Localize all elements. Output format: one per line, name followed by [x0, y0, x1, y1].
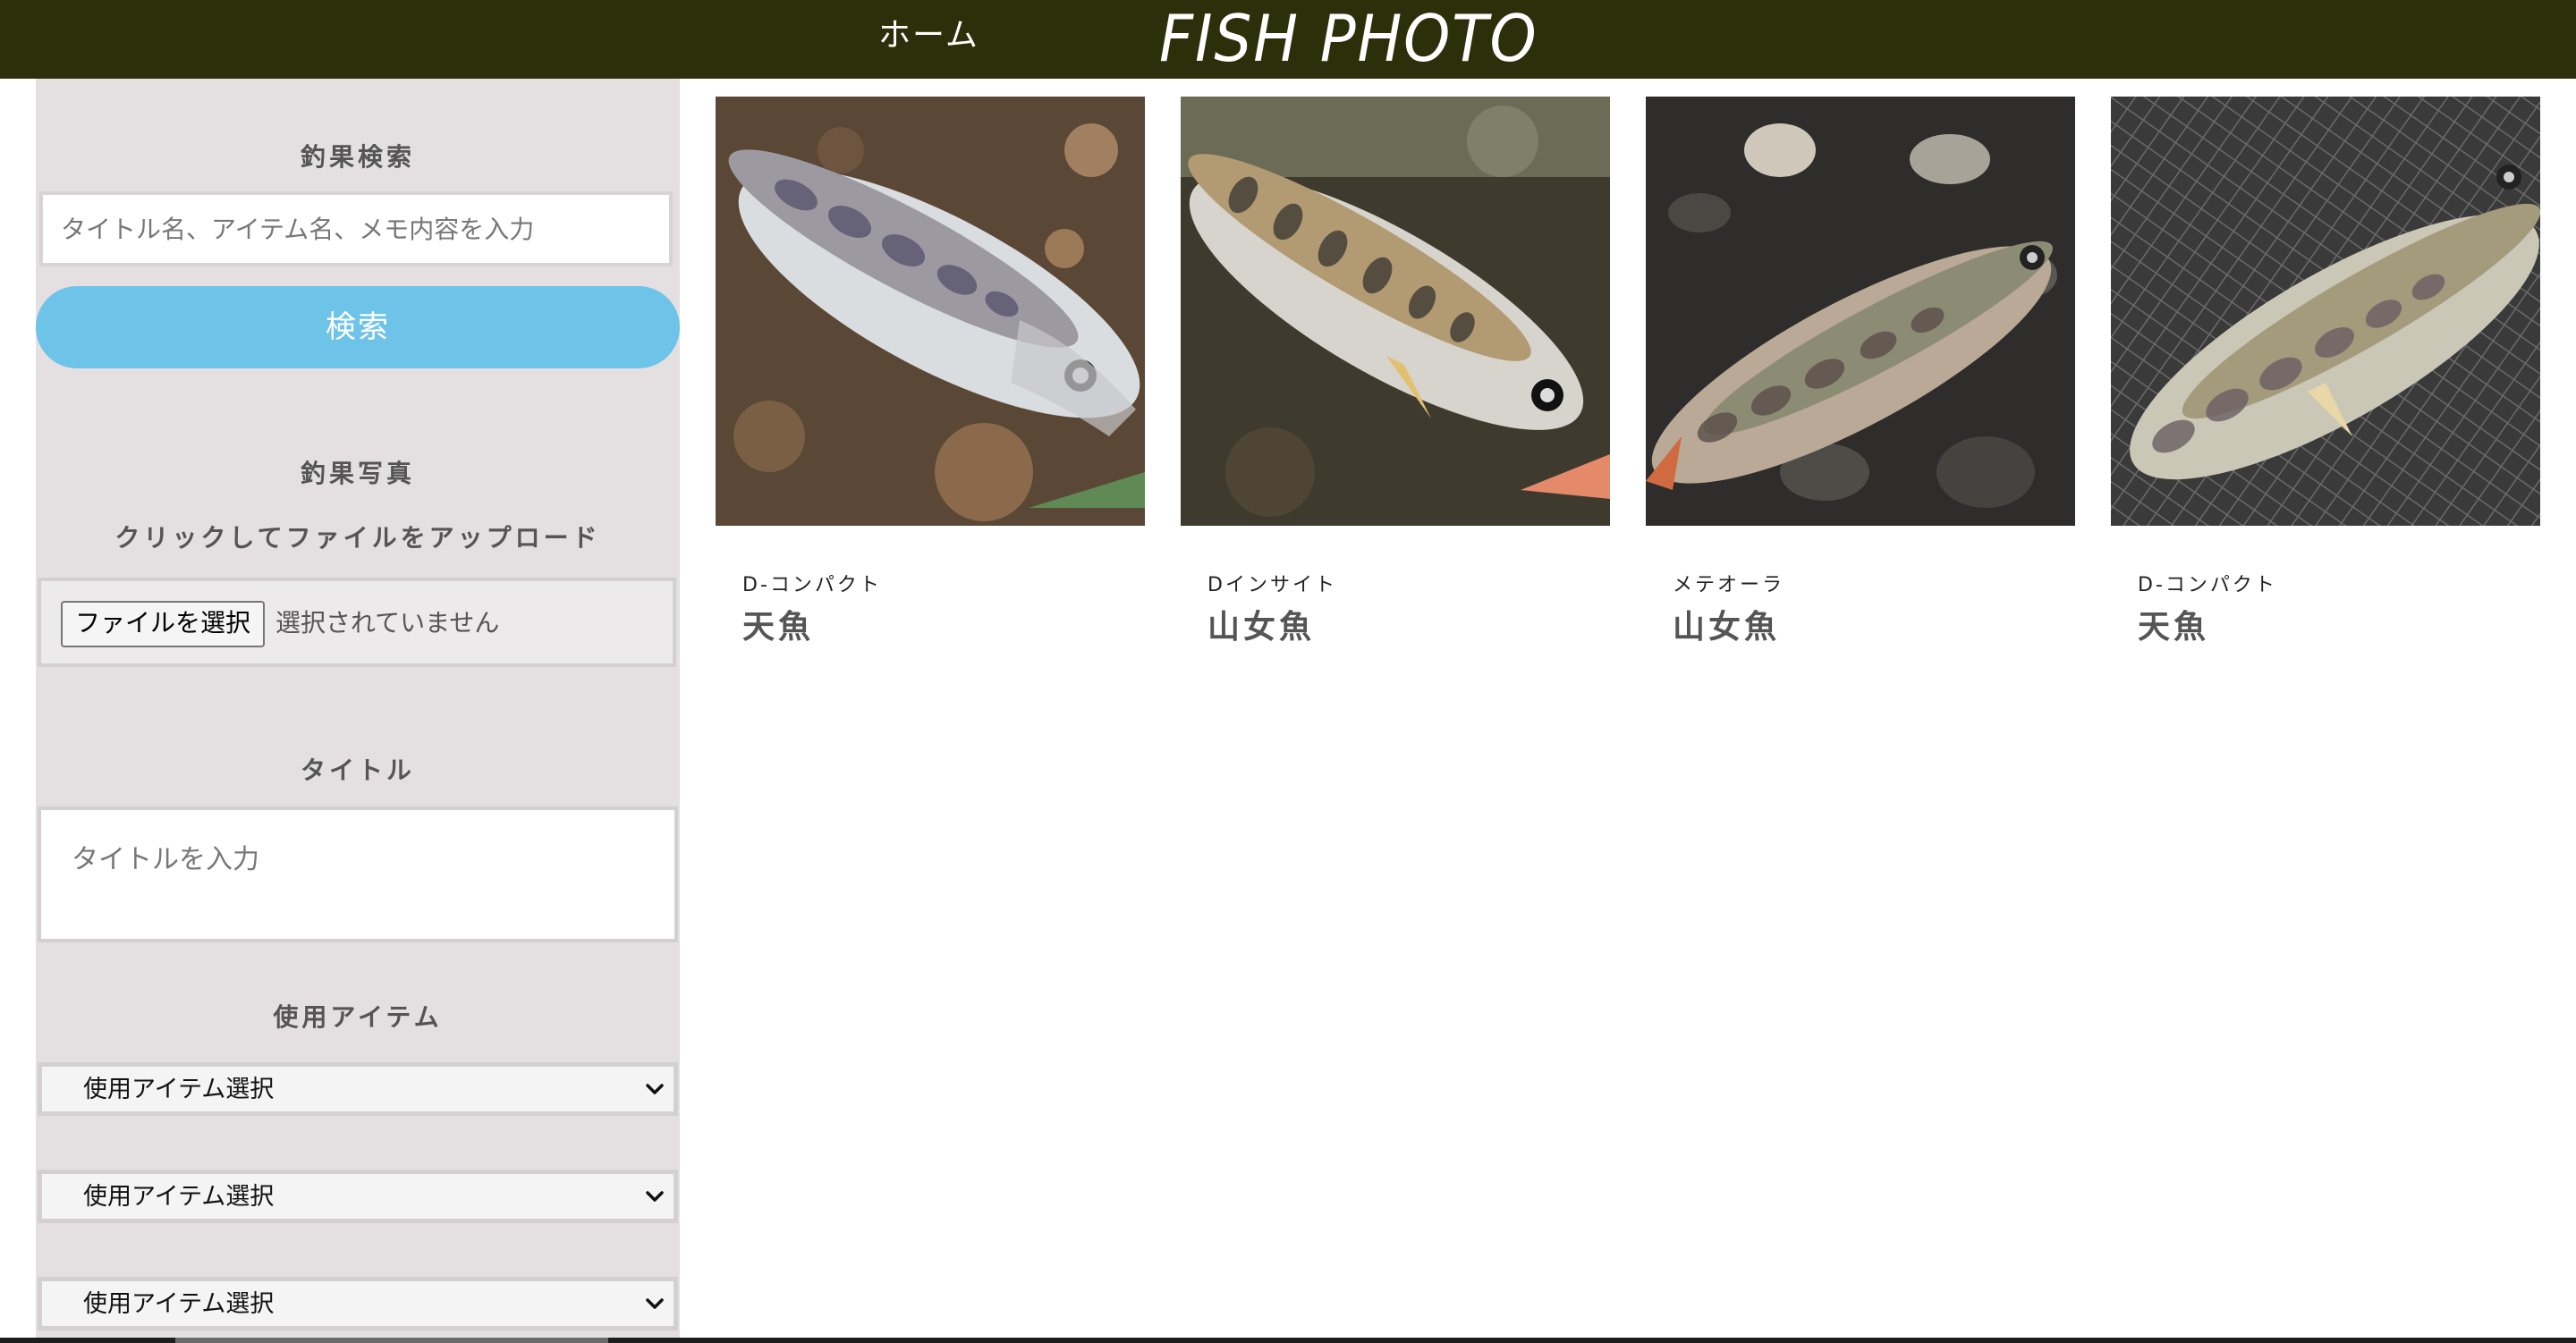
chevron-down-icon [646, 1084, 664, 1094]
fish-photo[interactable] [1181, 97, 1610, 526]
nav-home-link[interactable]: ホーム [878, 13, 979, 59]
item-select-2[interactable]: 使用アイテム選択 [38, 1170, 678, 1223]
fish-name: 山女魚 [1208, 609, 1316, 646]
item-select-1[interactable]: 使用アイテム選択 [38, 1062, 678, 1116]
item-select-1-value: 使用アイテム選択 [83, 1076, 275, 1103]
fish-name: 天魚 [742, 609, 815, 646]
file-status-text: 選択されていません [275, 608, 500, 638]
window-bottom-highlight [175, 1338, 608, 1343]
title-section-title: タイトル [300, 756, 415, 785]
gallery-card[interactable]: D-コンパクト 天魚 [716, 97, 1145, 651]
top-header: ホーム FISH PHOTO [0, 0, 2576, 79]
item-name: Dインサイト [1208, 574, 1337, 596]
fish-name: 天魚 [2138, 609, 2210, 646]
search-section-title: 釣果検索 [300, 142, 415, 172]
item-select-3[interactable]: 使用アイテム選択 [38, 1277, 678, 1330]
choose-file-button[interactable]: ファイルを選択 [61, 601, 266, 647]
item-name: メテオーラ [1673, 574, 1785, 596]
item-select-3-value: 使用アイテム選択 [83, 1290, 275, 1318]
fish-photo[interactable] [2111, 97, 2540, 526]
item-name: D-コンパクト [742, 574, 882, 596]
sidebar-form: 釣果検索 検索 釣果写真 クリックしてファイルをアップロード ファイルを選択 選… [36, 79, 680, 1338]
chevron-down-icon [646, 1191, 664, 1202]
item-select-2-value: 使用アイテム選択 [83, 1183, 275, 1211]
items-section-title: 使用アイテム [273, 1002, 443, 1032]
item-name: D-コンパクト [2138, 574, 2277, 596]
fish-photo[interactable] [1646, 97, 2075, 526]
upload-hint: クリックしてファイルをアップロード [114, 523, 601, 553]
photo-section-title: 釣果写真 [300, 459, 415, 488]
gallery-card[interactable]: メテオーラ 山女魚 [1646, 97, 2075, 651]
gallery-card[interactable]: D-コンパクト 天魚 [2111, 97, 2540, 651]
site-logo[interactable]: FISH PHOTO [1159, 2, 1538, 75]
file-upload-field[interactable]: ファイルを選択 選択されていません [38, 578, 676, 667]
fish-name: 山女魚 [1673, 609, 1781, 646]
search-input[interactable] [39, 191, 673, 266]
gallery-card[interactable]: Dインサイト 山女魚 [1181, 97, 1610, 651]
search-button[interactable]: 検索 [36, 286, 680, 368]
title-input[interactable]: タイトルを入力 [38, 807, 678, 942]
chevron-down-icon [646, 1298, 664, 1309]
page: ホーム FISH PHOTO 釣果検索 検索 釣果写真 クリックしてファイルをア… [0, 0, 2576, 1338]
title-placeholder: タイトルを入力 [72, 844, 259, 875]
fish-photo[interactable] [716, 97, 1145, 526]
